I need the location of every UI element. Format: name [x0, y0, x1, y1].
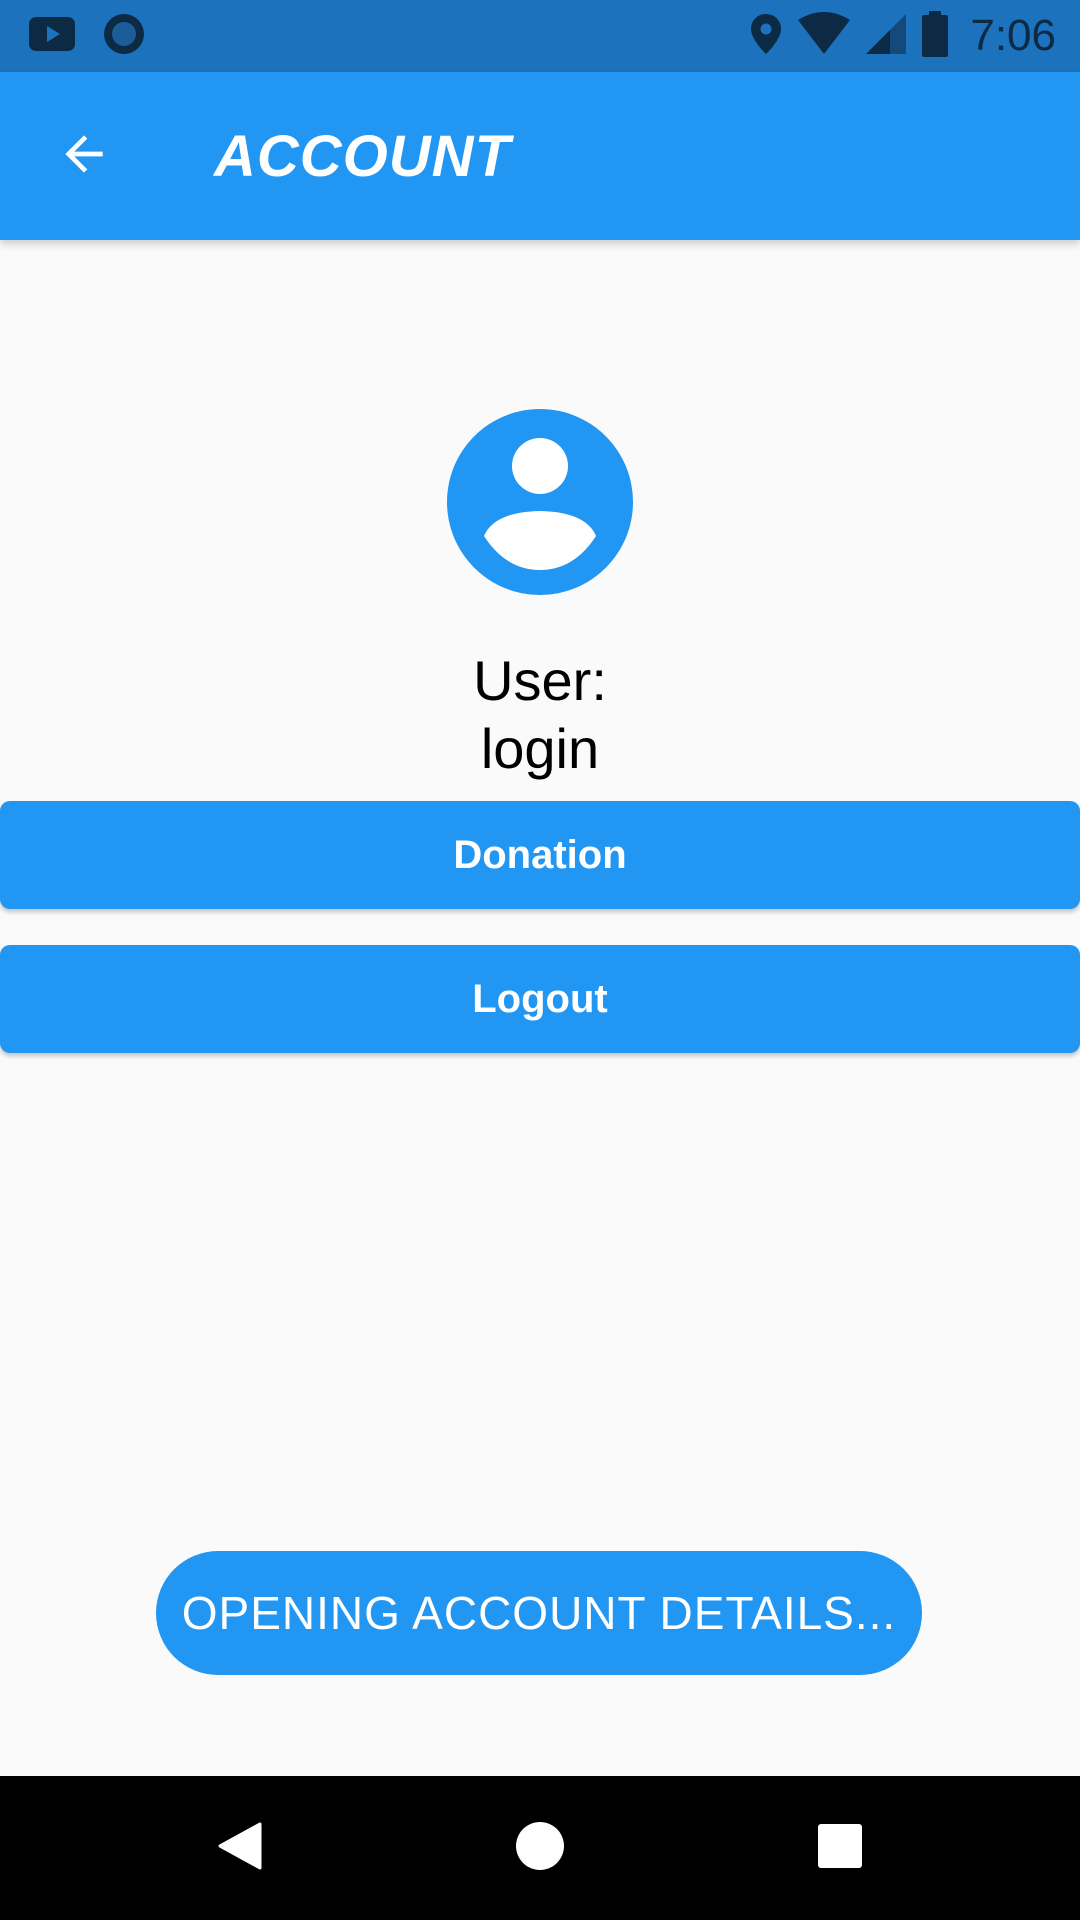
back-button[interactable]: [40, 112, 128, 200]
navigation-bar: [0, 1776, 1080, 1920]
user-name: login: [480, 717, 600, 780]
cellular-signal-icon: [864, 12, 908, 60]
account-circle-icon: [446, 409, 634, 600]
youtube-icon: [28, 16, 76, 56]
avatar: [446, 408, 634, 596]
status-time: 7:06: [970, 11, 1056, 60]
nav-recents-icon: [816, 1822, 864, 1874]
battery-icon: [920, 10, 950, 62]
nav-back-button[interactable]: [196, 1804, 284, 1892]
nav-back-icon: [214, 1820, 266, 1876]
page-title: ACCOUNT: [214, 123, 511, 189]
arrow-back-icon: [56, 126, 112, 186]
nav-home-icon: [514, 1820, 566, 1876]
wifi-icon: [796, 12, 852, 60]
nav-recents-button[interactable]: [796, 1804, 884, 1892]
user-label: User:: [473, 649, 607, 712]
toast-message: OPENING ACCOUNT DETAILS...: [156, 1551, 922, 1675]
logout-button[interactable]: Logout: [0, 945, 1080, 1053]
status-bar-left: [28, 0, 146, 72]
status-bar-right: 7:06: [748, 0, 1056, 72]
donation-button[interactable]: Donation: [0, 801, 1080, 909]
nav-home-button[interactable]: [496, 1804, 584, 1892]
circle-app-icon: [102, 12, 146, 60]
location-icon: [748, 12, 784, 60]
status-bar: 7:06: [0, 0, 1080, 72]
app-bar: ACCOUNT: [0, 72, 1080, 240]
